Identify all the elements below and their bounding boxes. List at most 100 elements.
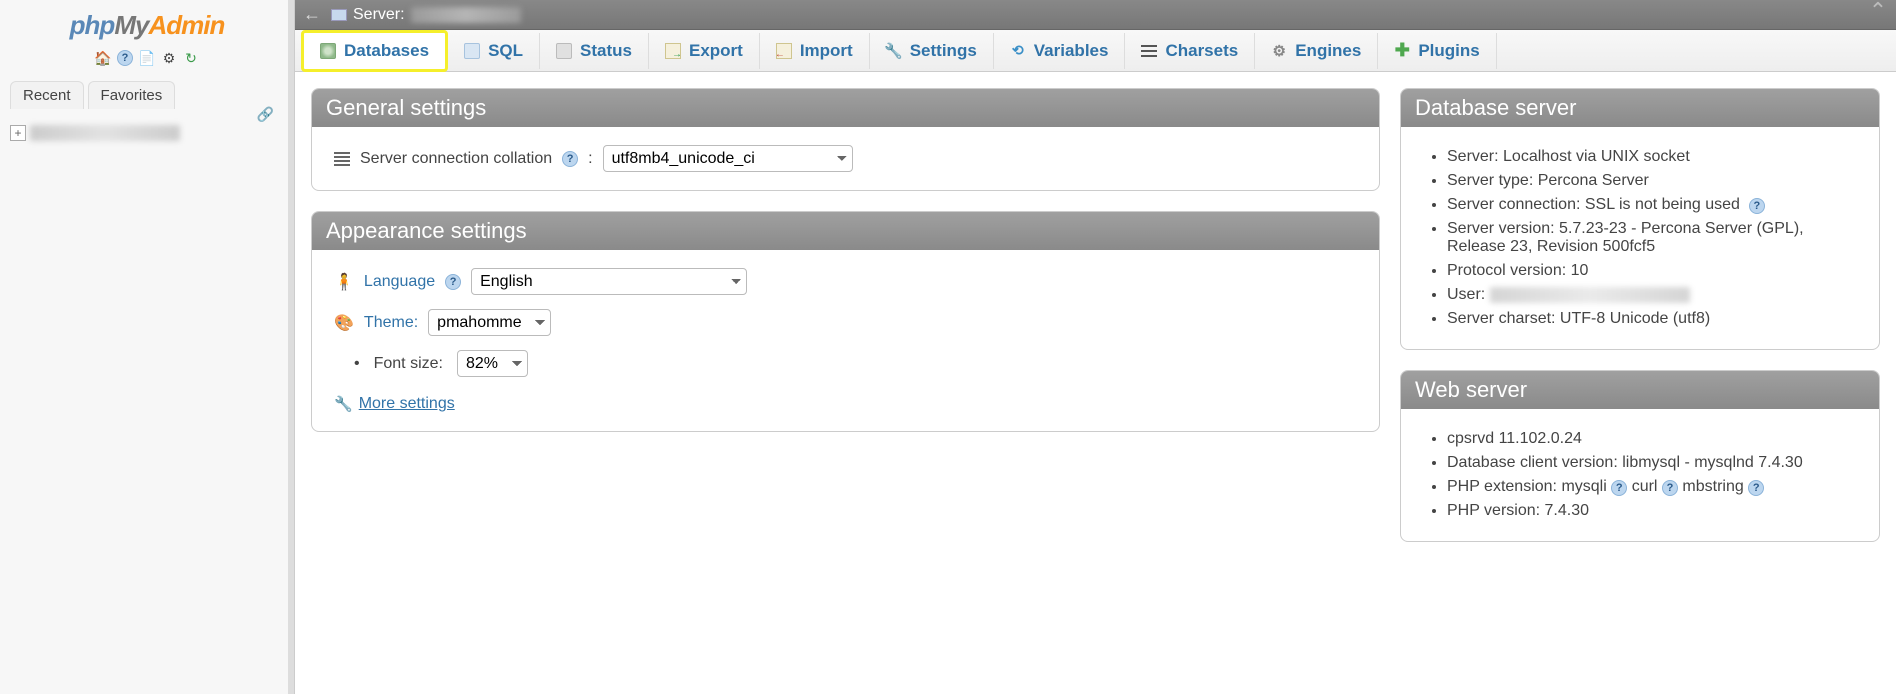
tab-settings[interactable]: 🔧 Settings bbox=[870, 33, 994, 69]
panel-appearance-settings: Appearance settings 🧍 Language ? English… bbox=[311, 211, 1380, 432]
tab-variables-label: Variables bbox=[1034, 41, 1109, 61]
logo-admin: Admin bbox=[148, 10, 224, 40]
webserver-item: PHP extension: mysqli ? curl ? mbstring … bbox=[1447, 475, 1857, 499]
tab-charsets-label: Charsets bbox=[1165, 41, 1238, 61]
panel-database-server: Database server Server: Localhost via UN… bbox=[1400, 88, 1880, 350]
topbar: ← Server: ⌃ bbox=[295, 0, 1896, 30]
tab-engines[interactable]: ⚙ Engines bbox=[1255, 33, 1378, 69]
tab-charsets[interactable]: Charsets bbox=[1125, 33, 1255, 69]
tab-export-label: Export bbox=[689, 41, 743, 61]
tab-import-label: Import bbox=[800, 41, 853, 61]
sidebar-resize-handle[interactable] bbox=[288, 0, 294, 694]
engines-icon: ⚙ bbox=[1271, 43, 1287, 59]
server-icon bbox=[331, 9, 347, 21]
theme-select[interactable]: pmahomme bbox=[428, 309, 551, 336]
dbserver-item: Server connection: SSL is not being used… bbox=[1447, 193, 1857, 217]
dbserver-ssl-text: Server connection: SSL is not being used bbox=[1447, 196, 1740, 213]
help-icon[interactable]: ? bbox=[1662, 480, 1678, 496]
webserver-item: Database client version: libmysql - mysq… bbox=[1447, 451, 1857, 475]
logo[interactable]: phpMyAdmin bbox=[0, 0, 294, 45]
settings-tab-icon: 🔧 bbox=[886, 43, 902, 59]
tab-engines-label: Engines bbox=[1295, 41, 1361, 61]
panel-web-server: Web server cpsrvd 11.102.0.24 Database c… bbox=[1400, 370, 1880, 542]
help-icon[interactable]: ? bbox=[445, 274, 461, 290]
dbserver-item: Server: Localhost via UNIX socket bbox=[1447, 145, 1857, 169]
server-name-redacted bbox=[411, 7, 521, 23]
more-settings-link[interactable]: More settings bbox=[359, 395, 455, 413]
theme-label: Theme: bbox=[364, 314, 418, 332]
panel-header-general: General settings bbox=[312, 89, 1379, 127]
export-icon bbox=[665, 43, 681, 59]
sql-icon bbox=[464, 43, 480, 59]
dbserver-item: Server type: Percona Server bbox=[1447, 169, 1857, 193]
db-tree-item-redacted[interactable] bbox=[30, 125, 180, 141]
collation-icon bbox=[334, 152, 350, 166]
sql-query-icon[interactable]: 📄 bbox=[138, 49, 156, 67]
panel-header-webserver: Web server bbox=[1401, 371, 1879, 409]
help-icon[interactable]: ? bbox=[116, 49, 134, 67]
panel-header-appearance: Appearance settings bbox=[312, 212, 1379, 250]
dbserver-user-label: User: bbox=[1447, 286, 1485, 303]
tab-import[interactable]: Import bbox=[760, 33, 870, 69]
help-icon[interactable]: ? bbox=[1749, 198, 1765, 214]
help-icon[interactable]: ? bbox=[1611, 480, 1627, 496]
tab-settings-label: Settings bbox=[910, 41, 977, 61]
tab-plugins-label: Plugins bbox=[1418, 41, 1479, 61]
settings-icon[interactable]: ⚙ bbox=[160, 49, 178, 67]
dbserver-item: User: bbox=[1447, 283, 1857, 307]
theme-icon: 🎨 bbox=[334, 313, 354, 333]
import-icon bbox=[776, 43, 792, 59]
server-label: Server: bbox=[353, 6, 405, 24]
collapse-icon[interactable]: ⌃ bbox=[1866, 4, 1890, 18]
help-icon[interactable]: ? bbox=[562, 151, 578, 167]
bullet-icon: • bbox=[354, 355, 360, 373]
top-menu: Databases SQL Status Export Import 🔧 Sett… bbox=[295, 30, 1896, 72]
language-select[interactable]: English bbox=[471, 268, 747, 295]
tab-status-label: Status bbox=[580, 41, 632, 61]
status-icon bbox=[556, 43, 572, 59]
reload-icon[interactable]: ↻ bbox=[182, 49, 200, 67]
phpext-mysqli: mysqli bbox=[1561, 478, 1606, 495]
webserver-item: PHP version: 7.4.30 bbox=[1447, 499, 1857, 523]
phpext-mbstring: mbstring bbox=[1682, 478, 1743, 495]
sidebar: phpMyAdmin 🏠 ? 📄 ⚙ ↻ Recent Favorites 🔗 … bbox=[0, 0, 295, 694]
wrench-icon: 🔧 bbox=[334, 395, 353, 413]
language-icon: 🧍 bbox=[334, 272, 354, 292]
fontsize-label: Font size: bbox=[374, 355, 443, 373]
plugins-icon: ✚ bbox=[1394, 43, 1410, 59]
sidebar-tab-favorites[interactable]: Favorites bbox=[88, 81, 176, 109]
tab-export[interactable]: Export bbox=[649, 33, 760, 69]
help-icon[interactable]: ? bbox=[1748, 480, 1764, 496]
expand-icon[interactable]: + bbox=[10, 125, 26, 141]
tab-status[interactable]: Status bbox=[540, 33, 649, 69]
panel-general-settings: General settings Server connection colla… bbox=[311, 88, 1380, 191]
collation-select[interactable]: utf8mb4_unicode_ci bbox=[603, 145, 853, 172]
link-icon[interactable]: 🔗 bbox=[257, 106, 274, 123]
tab-sql-label: SQL bbox=[488, 41, 523, 61]
tab-plugins[interactable]: ✚ Plugins bbox=[1378, 33, 1496, 69]
back-icon[interactable]: ← bbox=[303, 4, 331, 25]
dbserver-item: Server version: 5.7.23-23 - Percona Serv… bbox=[1447, 217, 1857, 259]
fontsize-select[interactable]: 82% bbox=[457, 350, 528, 377]
collation-label: Server connection collation bbox=[360, 150, 552, 168]
tab-sql[interactable]: SQL bbox=[448, 33, 540, 69]
home-icon[interactable]: 🏠 bbox=[94, 49, 112, 67]
variables-icon: ⟲ bbox=[1010, 43, 1026, 59]
language-label: Language bbox=[364, 273, 435, 291]
panel-header-dbserver: Database server bbox=[1401, 89, 1879, 127]
dbserver-item: Protocol version: 10 bbox=[1447, 259, 1857, 283]
phpext-label: PHP extension: bbox=[1447, 478, 1557, 495]
tab-databases-label: Databases bbox=[344, 41, 429, 61]
logo-my: My bbox=[114, 10, 148, 40]
logo-php: php bbox=[70, 10, 115, 40]
webserver-item: cpsrvd 11.102.0.24 bbox=[1447, 427, 1857, 451]
phpext-curl: curl bbox=[1632, 478, 1658, 495]
main: ← Server: ⌃ Databases SQL Status Export … bbox=[295, 0, 1896, 694]
dbserver-item: Server charset: UTF-8 Unicode (utf8) bbox=[1447, 307, 1857, 331]
tab-variables[interactable]: ⟲ Variables bbox=[994, 33, 1126, 69]
charsets-icon bbox=[1141, 50, 1157, 52]
dbserver-user-redacted bbox=[1490, 287, 1690, 303]
sidebar-tab-recent[interactable]: Recent bbox=[10, 81, 84, 109]
database-icon bbox=[320, 43, 336, 59]
tab-databases[interactable]: Databases bbox=[301, 30, 448, 72]
